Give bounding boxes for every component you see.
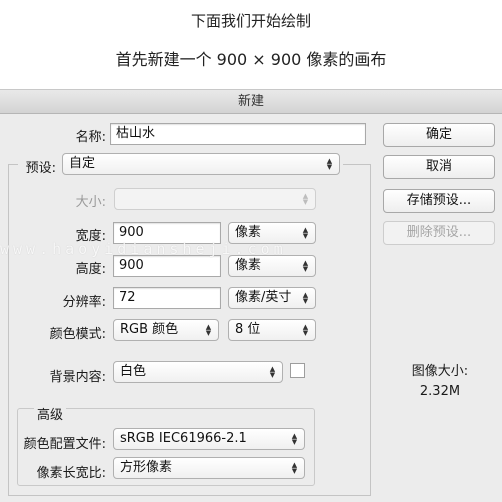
size-select: ▲ ▼ bbox=[114, 188, 316, 210]
resolution-input[interactable]: 72 bbox=[113, 287, 221, 309]
preset-value: 自定 bbox=[69, 156, 96, 171]
size-label: 大小: bbox=[75, 195, 106, 210]
dialog-title: 新建 bbox=[0, 90, 502, 114]
select-arrows-icon: ▲ ▼ bbox=[291, 461, 298, 475]
watermark-text: www.haoyidiansheji.com bbox=[0, 240, 287, 258]
save-preset-button[interactable]: 存储预设... bbox=[383, 189, 495, 213]
ok-button[interactable]: 确定 bbox=[383, 123, 495, 147]
preset-group-border-right bbox=[343, 164, 371, 165]
cancel-button[interactable]: 取消 bbox=[383, 155, 495, 179]
new-document-dialog: 新建 名称: 枯山水 预设: 自定 ▲ ▼ 大小: ▲ ▼ 宽度: 900 像素 ▲… bbox=[0, 89, 502, 502]
color-profile-select[interactable]: sRGB IEC61966-2.1 ▲ ▼ bbox=[113, 428, 305, 450]
caption-line-1: 下面我们开始绘制 bbox=[190, 12, 311, 30]
background-color-swatch[interactable] bbox=[290, 363, 305, 378]
height-label: 高度: bbox=[75, 262, 106, 277]
pixel-aspect-select[interactable]: 方形像素 ▲ ▼ bbox=[113, 457, 305, 479]
select-arrows-icon: ▲ ▼ bbox=[302, 226, 309, 240]
delete-preset-button: 删除预设... bbox=[383, 221, 495, 245]
preset-label: 预设: bbox=[25, 161, 56, 176]
color-mode-label: 颜色模式: bbox=[49, 327, 106, 342]
select-arrows-icon: ▲ ▼ bbox=[302, 291, 309, 305]
background-value: 白色 bbox=[120, 364, 147, 379]
image-size-label: 图像大小: bbox=[411, 364, 469, 379]
caption-line-2: 首先新建一个 900 × 900 像素的画布 bbox=[115, 50, 387, 69]
resolution-unit-value: 像素/英寸 bbox=[235, 290, 292, 305]
pixel-aspect-value: 方形像素 bbox=[120, 460, 173, 475]
resolution-label: 分辨率: bbox=[62, 295, 106, 310]
preset-group-border-side bbox=[8, 164, 9, 496]
bit-depth-select[interactable]: 8 位 ▲ ▼ bbox=[228, 319, 316, 341]
select-arrows-icon: ▲ ▼ bbox=[326, 157, 333, 171]
select-arrows-icon: ▲ ▼ bbox=[291, 432, 298, 446]
background-select[interactable]: 白色 ▲ ▼ bbox=[113, 361, 283, 383]
select-arrows-icon: ▲ ▼ bbox=[269, 365, 276, 379]
preset-group-border-bottom bbox=[8, 495, 371, 496]
height-unit-value: 像素 bbox=[235, 258, 262, 273]
height-input[interactable]: 900 bbox=[113, 255, 221, 277]
name-input[interactable]: 枯山水 bbox=[110, 123, 366, 145]
select-arrows-icon: ▲ ▼ bbox=[302, 323, 309, 337]
pixel-aspect-label: 像素长宽比: bbox=[36, 466, 106, 481]
resolution-unit-select[interactable]: 像素/英寸 ▲ ▼ bbox=[228, 287, 316, 309]
color-mode-value: RGB 颜色 bbox=[120, 322, 179, 337]
color-mode-select[interactable]: RGB 颜色 ▲ ▼ bbox=[113, 319, 219, 341]
select-arrows-icon: ▲ ▼ bbox=[205, 323, 212, 337]
preset-group-border-side-right bbox=[370, 164, 371, 496]
color-profile-label: 颜色配置文件: bbox=[23, 437, 106, 452]
image-size-value: 2.32M bbox=[419, 384, 461, 399]
name-label: 名称: bbox=[75, 130, 106, 145]
background-label: 背景内容: bbox=[49, 370, 106, 385]
color-profile-value: sRGB IEC61966-2.1 bbox=[120, 431, 247, 446]
advanced-label: 高级 bbox=[34, 404, 67, 423]
width-unit-value: 像素 bbox=[235, 225, 262, 240]
select-arrows-icon: ▲ ▼ bbox=[302, 192, 309, 206]
select-arrows-icon: ▲ ▼ bbox=[302, 259, 309, 273]
preset-select[interactable]: 自定 ▲ ▼ bbox=[62, 153, 340, 175]
height-unit-select[interactable]: 像素 ▲ ▼ bbox=[228, 255, 316, 277]
bit-depth-value: 8 位 bbox=[235, 322, 261, 337]
preset-group-border-left bbox=[8, 164, 18, 165]
